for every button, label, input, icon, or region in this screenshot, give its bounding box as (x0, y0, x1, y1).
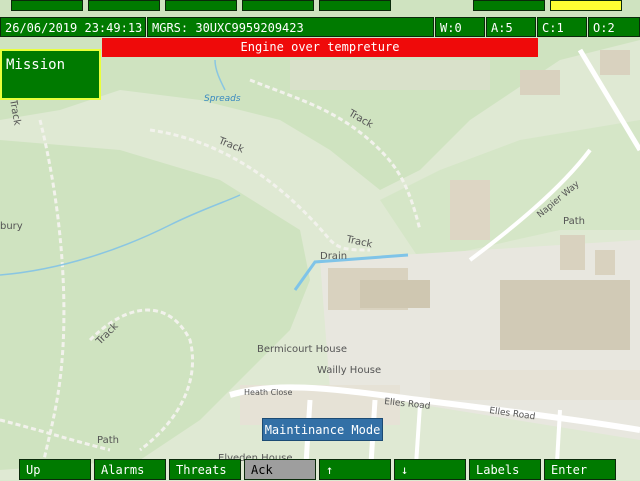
softkey-scroll-up[interactable]: ↑ (319, 459, 391, 480)
map-label-bury: bury (0, 221, 23, 232)
map-label-wailly: Wailly House (317, 365, 381, 376)
top-key-6[interactable] (473, 0, 545, 11)
o-counter: O:2 (588, 17, 640, 37)
softkey-enter[interactable]: Enter (544, 459, 616, 480)
c-counter: C:1 (537, 17, 587, 37)
softkey-alarms[interactable]: Alarms (94, 459, 166, 480)
softkey-labels[interactable]: Labels (469, 459, 541, 480)
datetime-display: 26/06/2019 23:49:13 (0, 17, 146, 37)
mode-indicator: Maintinance Mode (262, 418, 383, 441)
softkey-ack[interactable]: Ack (244, 459, 316, 480)
map-label-spreads: Spreads (204, 94, 241, 104)
map-label-drain: Drain (320, 251, 347, 262)
softkey-scroll-down[interactable]: ↓ (394, 459, 466, 480)
map-label-path: Path (563, 216, 585, 227)
top-key-5[interactable] (319, 0, 391, 11)
top-key-1[interactable] (11, 0, 83, 11)
top-key-7[interactable] (550, 0, 622, 11)
w-counter: W:0 (435, 17, 485, 37)
map-label-bermicourt: Bermicourt House (257, 344, 347, 355)
map-label-path: Path (97, 435, 119, 446)
softkey-up[interactable]: Up (19, 459, 91, 480)
top-key-4[interactable] (242, 0, 314, 11)
a-counter: A:5 (486, 17, 536, 37)
top-key-3[interactable] (165, 0, 237, 11)
softkey-threats[interactable]: Threats (169, 459, 241, 480)
top-key-2[interactable] (88, 0, 160, 11)
alarm-banner: Engine over tempreture (102, 38, 538, 57)
map-label-heath-close: Heath Close (244, 388, 292, 397)
status-bar: 26/06/2019 23:49:13 MGRS: 30UXC995920942… (0, 17, 640, 37)
mgrs-display: MGRS: 30UXC9959209423 (147, 17, 434, 37)
mission-button[interactable]: Mission (0, 49, 101, 100)
